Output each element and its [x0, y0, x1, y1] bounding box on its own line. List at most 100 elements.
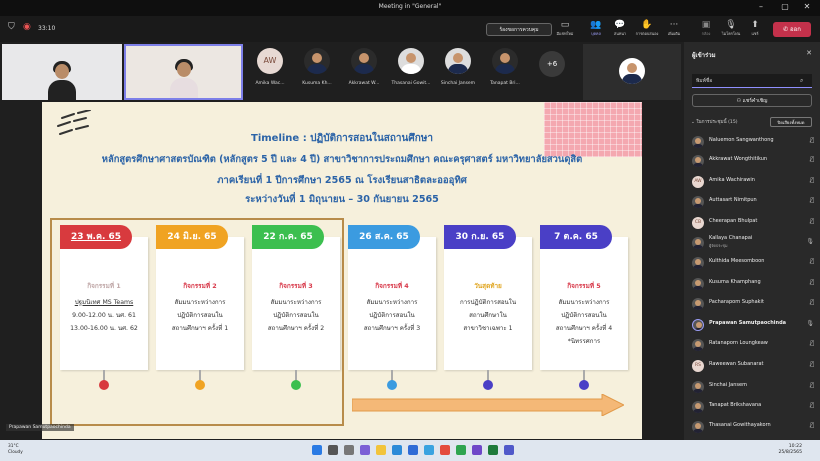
slide-term: ภาคเรียนที่ 1 ปีการศึกษา 2565 ณ โรงเรียน…: [217, 175, 467, 186]
avatar: [398, 48, 424, 74]
store-icon[interactable]: [392, 445, 402, 455]
participant-row[interactable]: Kallaya Chanapai ผู้จัดประชุม 🎙: [692, 234, 814, 252]
chat-bubble-icon: 💬: [614, 20, 626, 30]
mic-icon: 🎙: [806, 320, 814, 327]
avatar: [692, 237, 704, 249]
excel-icon[interactable]: [456, 445, 466, 455]
mic-off-icon: 🎙̸: [810, 156, 814, 163]
person-video: [169, 58, 199, 98]
chrome-icon[interactable]: [440, 445, 450, 455]
teams-icon[interactable]: [360, 445, 370, 455]
participant-tile[interactable]: Sinchai Jansem: [436, 48, 480, 86]
video-tile-presenter[interactable]: [2, 44, 122, 100]
participant-row[interactable]: Pacharaporn Suphakit 🎙̸: [692, 295, 814, 313]
window-titlebar: Meeting in "General" – ▢ ✕: [0, 0, 820, 16]
phone-icon: ✆: [783, 26, 791, 33]
participant-tile[interactable]: Akkrawat W...: [342, 48, 386, 86]
activity-label: วันสุดท้าย: [474, 282, 502, 290]
minimize-icon[interactable]: –: [754, 2, 768, 11]
date-tab: 23 พ.ค. 65: [60, 225, 132, 249]
avatar: [692, 155, 704, 167]
participant-row[interactable]: Thasanai Gowithayakorn 🎙̸: [692, 418, 814, 436]
date-tab: 26 ส.ค. 65: [348, 225, 420, 249]
weather-widget[interactable]: 31°C Cloudy: [8, 444, 23, 456]
avatar: [692, 257, 704, 269]
file-explorer-icon[interactable]: [376, 445, 386, 455]
edge-icon[interactable]: [424, 445, 434, 455]
timeline-card: 24 มิ.ย. 65 กิจกรรมที่ 2 สัมมนาระหว่างกา…: [156, 225, 244, 370]
mic-off-icon: 🎙̸: [810, 279, 814, 286]
participant-row[interactable]: AW Amika Wachirawin 🎙̸: [692, 173, 814, 191]
timeline-dot: [99, 380, 109, 390]
activity-desc: สัมมนาระหว่างการ ปฏิบัติการสอนใน สถานศึกษา…: [555, 299, 613, 345]
mail-icon[interactable]: [408, 445, 418, 455]
in-meeting-header[interactable]: ⌄ ในการประชุมนี้ (15): [691, 119, 738, 126]
participant-tile[interactable]: Thasanai Gowit...: [389, 48, 433, 86]
participant-row[interactable]: Ratanaporn Loungkeaw 🎙̸: [692, 336, 814, 354]
reactions-button[interactable]: ✋ การตอบสนอง: [634, 20, 660, 37]
request-control-button[interactable]: ร้องขอการควบคุม: [486, 23, 552, 36]
mic-button[interactable]: 🎙 ไมโครโฟน: [718, 20, 744, 37]
participant-row[interactable]: Tanapat Brikshavana 🎙̸: [692, 398, 814, 416]
timeline-dot: [291, 380, 301, 390]
activity-desc: สัมมนาระหว่างการ ปฏิบัติการสอนใน สถานศึกษา…: [363, 299, 421, 332]
participant-row[interactable]: Prapawan Samutpaochinda 🎙: [692, 316, 814, 334]
date-tab: 24 มิ.ย. 65: [156, 225, 228, 249]
participant-row[interactable]: CB Cheerapan Bhulpat 🎙̸: [692, 214, 814, 232]
mic-off-icon: 🎙̸: [810, 299, 814, 306]
camera-button[interactable]: ▣ กล้อง: [693, 20, 719, 37]
participant-tile[interactable]: AW Amika Wac...: [248, 48, 292, 86]
record-icon: ◉: [23, 22, 31, 32]
camera-off-icon: ▣: [701, 20, 711, 30]
activity-label: กิจกรรมที่ 3: [279, 282, 313, 290]
hand-icon: ✋: [641, 20, 653, 30]
video-strip: AW Amika Wac... Kusuma Kh... Akkrawat W..…: [0, 42, 684, 100]
slide-period: ระหว่างวันที่ 1 มิถุนายน – 30 กันยายน 25…: [245, 194, 439, 205]
participant-tile[interactable]: Tanapat Bri...: [483, 48, 527, 86]
teams-active-icon[interactable]: [504, 445, 514, 455]
timeline-arrow: [352, 394, 624, 416]
people-button[interactable]: 👥 บุคคล: [583, 20, 609, 37]
chat-button[interactable]: ▭ มีแชทใหม่: [552, 20, 578, 37]
activity-label: กิจกรรมที่ 4: [375, 282, 409, 290]
conversation-button[interactable]: 💬 สนทนา: [607, 20, 633, 37]
search-icon: ⌕: [800, 77, 804, 84]
more-button[interactable]: ··· เพิ่มเติม: [661, 20, 687, 37]
system-clock[interactable]: 10:22 25/8/2565: [778, 444, 802, 456]
mute-all-button[interactable]: ปิดเสียงทั้งหมด: [770, 117, 812, 127]
maximize-icon[interactable]: ▢: [778, 2, 792, 11]
participant-row[interactable]: Kulthida Meesomboon 🎙̸: [692, 254, 814, 272]
teams-icon[interactable]: [472, 445, 482, 455]
participant-row[interactable]: Naluemon Sangwanthong 🎙̸: [692, 133, 814, 151]
mic-off-icon: 🎙̸: [810, 218, 814, 225]
avatar: [492, 48, 518, 74]
line-icon[interactable]: [488, 445, 498, 455]
participant-tile[interactable]: Kusuma Kh...: [295, 48, 339, 86]
leave-button[interactable]: ✆ ออก: [773, 22, 811, 37]
participant-row[interactable]: Akkrawat Wongthitikun 🎙̸: [692, 152, 814, 170]
windows-start-icon[interactable]: [312, 445, 322, 455]
shield-icon[interactable]: ⛉: [8, 22, 15, 32]
task-view-icon[interactable]: [344, 445, 354, 455]
video-tile-speaker[interactable]: [124, 44, 243, 100]
close-icon[interactable]: ✕: [800, 2, 814, 11]
participant-row[interactable]: Sinchai Jansem 🎙̸: [692, 378, 814, 396]
self-view[interactable]: [583, 44, 681, 100]
more-participants-button[interactable]: +6: [539, 51, 565, 77]
participant-row[interactable]: Auttasart Nimitpun 🎙̸: [692, 193, 814, 211]
mic-icon: 🎙: [806, 238, 814, 245]
mic-off-icon: 🎙̸: [810, 382, 814, 389]
search-icon[interactable]: [328, 445, 338, 455]
avatar: [692, 196, 704, 208]
share-invite-button[interactable]: ⚇ แชร์คำเชิญ: [692, 94, 812, 107]
timeline-dot: [483, 380, 493, 390]
mic-off-icon: 🎙̸: [810, 340, 814, 347]
avatar: [304, 48, 330, 74]
close-icon[interactable]: ✕: [806, 49, 812, 57]
share-button[interactable]: ⬆ แชร์: [742, 20, 768, 37]
participant-row[interactable]: RS Raweewan Subanarat 🎙̸: [692, 357, 814, 375]
search-input[interactable]: พิมพ์ชื่อ: [692, 74, 812, 88]
activity-label: กิจกรรมที่ 1: [87, 282, 121, 290]
meeting-timer: 33:10: [38, 25, 56, 32]
participant-row[interactable]: Kusuma Khamphang 🎙̸: [692, 275, 814, 293]
